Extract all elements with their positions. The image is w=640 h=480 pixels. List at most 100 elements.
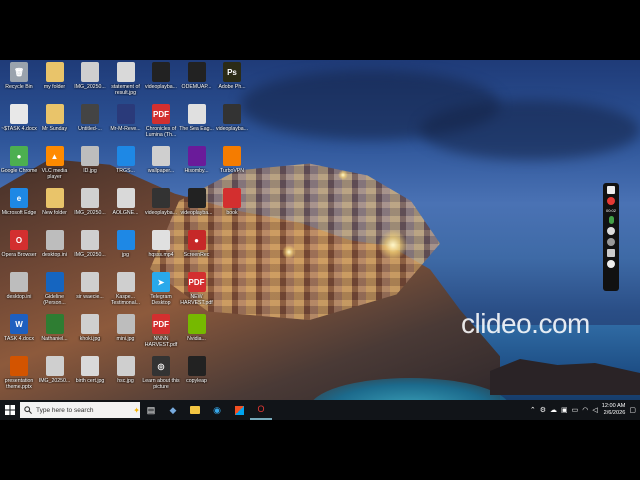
window-icon[interactable] (607, 249, 615, 257)
desktop-icon[interactable]: ODEMUAP... (178, 62, 216, 106)
chevron-up-icon[interactable]: ⌃ (530, 406, 536, 414)
desktop-icon[interactable]: copyleap (178, 356, 216, 400)
desktop-icon[interactable]: 🗑 Recycle Bin (0, 62, 38, 106)
start-button[interactable] (0, 400, 20, 420)
desktop-icon-label: NNNN HARVEST.pdf (144, 336, 178, 348)
desktop-icon[interactable]: my folder (36, 62, 74, 106)
desktop-icon[interactable]: Untitled-... (71, 104, 109, 148)
desktop-icon-label: sir waecie... (76, 294, 104, 300)
desktop-icon-label: ODEMUAP... (181, 84, 212, 90)
desktop-icon[interactable]: khoki.jpg (71, 314, 109, 358)
desktop-icon[interactable]: videoplayba... (178, 188, 216, 232)
desktop-icon-label: Recycle Bin (5, 84, 33, 90)
desktop-icon[interactable]: ~$TASK 4.docx (0, 104, 38, 148)
desktop-icon[interactable]: ID.jpg (71, 146, 109, 190)
record-icon[interactable] (607, 197, 615, 205)
desktop-icon[interactable]: presentation theme.pptx (0, 356, 38, 400)
windows-icon (5, 405, 15, 415)
file-icon (10, 356, 28, 376)
file-icon: ● (10, 146, 28, 166)
speaker-icon[interactable]: ◁ (592, 406, 597, 414)
desktop-icon[interactable]: ● ScreenRec (178, 230, 216, 274)
desktop-icon-label: Google Chrome (0, 168, 38, 174)
system-tray: ⌃ ⚙ ☁ ▣ ▭ ◠ ◁ 12:00 AM 2/6/2026 ▢ (530, 403, 640, 417)
file-icon (152, 188, 170, 208)
desktop-icon-label: The Sea Eag... (179, 126, 214, 132)
wifi-icon[interactable]: ◠ (582, 406, 588, 414)
desktop-icon[interactable]: AOLGNE... (107, 188, 145, 232)
webcam-icon[interactable] (607, 238, 615, 246)
desktop-icon-label: Nathaniel... (41, 336, 68, 342)
battery-icon[interactable]: ▭ (572, 406, 579, 414)
desktop-icon[interactable]: Nvidia... (178, 314, 216, 358)
desktop-icon[interactable]: Mr Sunday (36, 104, 74, 148)
gear-icon[interactable] (607, 260, 615, 268)
desktop-icon[interactable]: mini.jpg (107, 314, 145, 358)
file-icon (81, 104, 99, 124)
desktop-icon[interactable]: ● Google Chrome (0, 146, 38, 190)
desktop-icon[interactable]: O Opera Browser (0, 230, 38, 274)
desktop-icon[interactable]: Mr-M-Reve... (107, 104, 145, 148)
notifications-icon[interactable]: ▢ (629, 406, 636, 414)
desktop-icon[interactable]: TurboVPN (213, 146, 251, 190)
task-view-icon[interactable]: ▤ (140, 400, 162, 420)
desktop-icon[interactable]: IMG_20250... (71, 62, 109, 106)
microphone-icon[interactable] (608, 216, 614, 224)
desktop-icon[interactable]: jpg (107, 230, 145, 274)
desktop-icon[interactable]: wallpaper... (142, 146, 180, 190)
desktop-icon[interactable]: PDF NEW HARVEST.pdf (178, 272, 216, 316)
file-icon (45, 104, 64, 124)
file-icon (10, 104, 28, 124)
edge-icon[interactable]: ◉ (206, 400, 228, 420)
desktop-icon[interactable]: Kaspe... Testimonal... (107, 272, 145, 316)
desktop-icon[interactable]: Gideline (Person... (36, 272, 74, 316)
desktop-icon-label: ~$TASK 4.docx (1, 126, 37, 132)
desktop-icon[interactable]: book (213, 188, 251, 232)
desktop-icon[interactable]: videoplayba... (142, 62, 180, 106)
taskbar-clock[interactable]: 12:00 AM 2/6/2026 (602, 403, 626, 417)
desktop-icon[interactable]: IMG_20250... (71, 188, 109, 232)
desktop-icon[interactable]: IMG_20250... (36, 356, 74, 400)
onedrive-icon[interactable]: ☁ (550, 406, 557, 414)
desktop-icon[interactable]: sir waecie... (71, 272, 109, 316)
desktop-icon[interactable]: hqsss.mp4 (142, 230, 180, 274)
volume-icon[interactable] (607, 227, 615, 235)
file-explorer-icon[interactable] (184, 400, 206, 420)
desktop-icon[interactable]: PDF Chronicles of Lumina (Th... (142, 104, 180, 148)
desktop-icon[interactable]: videoplayba... (142, 188, 180, 232)
settings-tray-icon[interactable]: ⚙ (540, 406, 546, 414)
desktop-icon[interactable]: W TASK 4.docx (0, 314, 38, 358)
desktop-icon[interactable]: desktop.ini (36, 230, 74, 274)
desktop-icon[interactable]: desktop.ini (0, 272, 38, 316)
copilot-icon[interactable]: ◆ (162, 400, 184, 420)
opera-icon[interactable]: O (250, 400, 272, 420)
desktop-icon[interactable]: videoplayba... (213, 104, 251, 148)
taskbar-search[interactable]: Type here to search ✦ (20, 402, 140, 418)
desktop-icon[interactable]: New folder (36, 188, 74, 232)
file-icon (116, 62, 135, 82)
search-placeholder: Type here to search (36, 406, 94, 414)
desktop-icon-label: desktop.ini (42, 252, 67, 258)
desktop-icon[interactable]: ◎ Learn about this picture (142, 356, 180, 400)
camera-icon[interactable] (607, 186, 615, 194)
desktop-icon[interactable]: birth cert.jpg (71, 356, 109, 400)
store-icon[interactable] (228, 400, 250, 420)
desktop-icon[interactable]: Nathaniel... (36, 314, 74, 358)
desktop-icon[interactable]: Ps Adobe Ph... (213, 62, 251, 106)
desktop-icon[interactable]: ➤ Telegram Desktop (142, 272, 180, 316)
desktop-icon[interactable]: PDF NNNN HARVEST.pdf (142, 314, 180, 358)
desktop-icon[interactable]: TRGS... (107, 146, 145, 190)
security-icon[interactable]: ▣ (561, 406, 568, 414)
desktop-icon[interactable]: IMG_20250... (71, 230, 109, 274)
file-icon (45, 356, 64, 376)
desktop-icon[interactable]: statement of result.jpg (107, 62, 145, 106)
desktop-icon-label: VLC media player (41, 168, 68, 180)
desktop-icon[interactable]: hsc.jpg (107, 356, 145, 400)
file-icon: ◎ (152, 356, 170, 376)
desktop-screen: 🗑 Recycle Bin my folder IMG_20250... stateme… (0, 60, 640, 420)
desktop-icon[interactable]: The Sea Eag... (178, 104, 216, 148)
desktop-icon[interactable]: e Microsoft Edge (0, 188, 38, 232)
desktop-icon[interactable]: ▲ VLC media player (36, 146, 74, 190)
desktop-icon-label: Hisomby... (184, 168, 209, 174)
desktop-icon[interactable]: Hisomby... (178, 146, 216, 190)
